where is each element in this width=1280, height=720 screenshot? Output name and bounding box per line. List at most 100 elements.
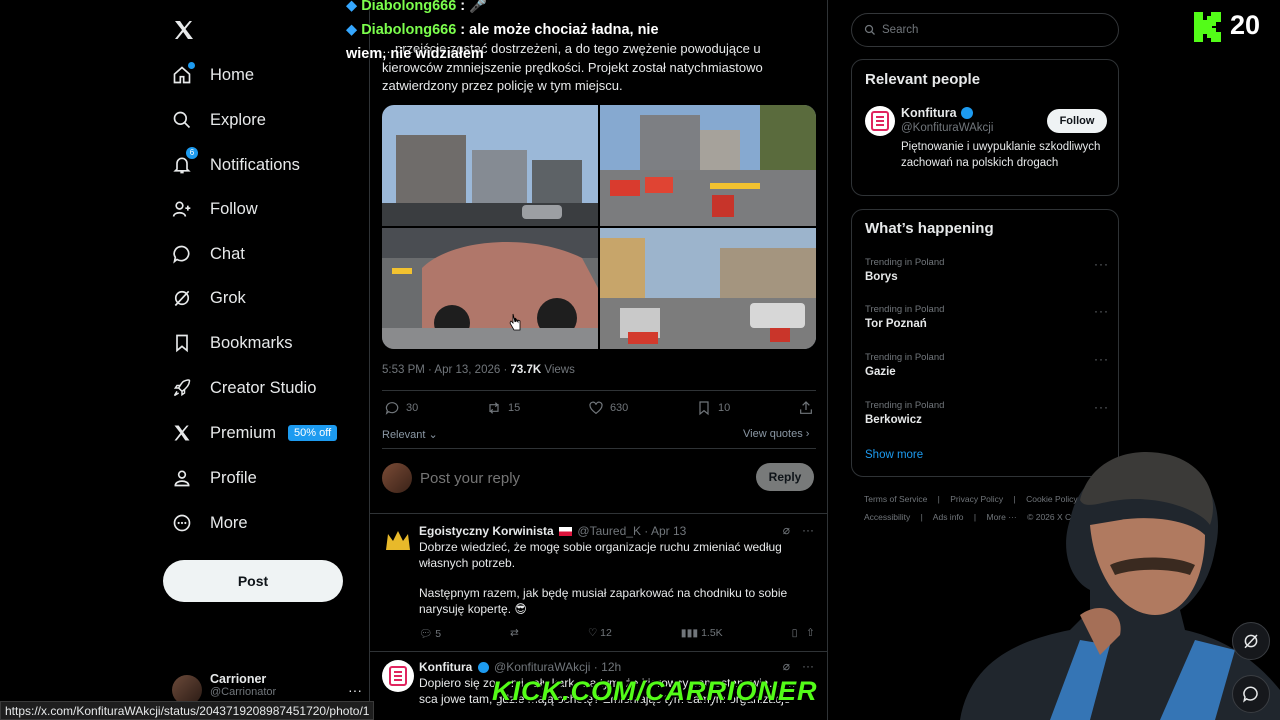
chevron-right-icon: › (802, 428, 810, 440)
reply-author-name[interactable]: Konfitura (419, 660, 472, 674)
nav-item-premium[interactable]: Premium 50% off (170, 415, 338, 451)
chevron-down-icon: ⌄ (425, 429, 438, 441)
reply-tools: ⌀ ··· (783, 523, 814, 537)
nav-item-bookmarks[interactable]: Bookmarks (170, 325, 293, 361)
view-count: 1.5K (701, 627, 723, 639)
avatar (382, 660, 414, 692)
chat-badge-icon: ◆ (346, 22, 362, 38)
trend-item[interactable]: Trending in Poland Borys ··· (865, 257, 1109, 283)
tweet-media-grid (382, 105, 816, 349)
footer-link-ads-info[interactable]: Ads info (933, 512, 964, 522)
person-bio: Piętnowanie i uwypuklanie szkodliwych za… (901, 141, 1101, 169)
post-button[interactable]: Post (163, 560, 343, 602)
nav-item-chat[interactable]: Chat (170, 236, 245, 272)
whats-happening-card: What’s happening Trending in Poland Bory… (851, 209, 1119, 477)
nav-item-follow[interactable]: Follow (170, 191, 258, 227)
trend-item[interactable]: Trending in Poland Berkowicz ··· (865, 400, 1109, 426)
tweet-views-label: Views (541, 364, 575, 376)
bookmark-icon (699, 401, 709, 416)
avatar[interactable] (865, 106, 895, 136)
repost-action[interactable]: ⇄ (510, 627, 519, 640)
more-dots-icon[interactable]: ··· (1094, 257, 1109, 271)
nav-item-grok[interactable]: Grok (170, 280, 246, 316)
grok-icon[interactable]: ⌀ (783, 523, 790, 537)
view-quotes-label: View quotes (743, 428, 803, 440)
nav-item-more[interactable]: More (170, 505, 248, 541)
reply-action[interactable]: 💬︎ 5 (419, 627, 441, 640)
share-action[interactable] (798, 400, 814, 416)
tweet-photo-4[interactable] (600, 228, 816, 349)
more-dots-icon[interactable]: ··· (802, 659, 814, 673)
reply-time[interactable]: Apr 13 (651, 524, 686, 538)
search-bar[interactable] (851, 13, 1119, 47)
reply-input[interactable] (420, 469, 720, 487)
tweet-view-count: 73.7K (510, 364, 542, 376)
tweet-photo-2[interactable] (600, 105, 816, 226)
account-handle: @Carrionator (210, 686, 277, 698)
heart-icon (589, 401, 603, 415)
reply-composer: Reply (382, 462, 816, 494)
like-action[interactable]: ♡ 12 (588, 627, 612, 640)
reply-actions: 💬︎ 5 ⇄ ♡ 12 ▮▮▮ 1.5K ▯ ⇧ (419, 627, 815, 640)
reply-action[interactable]: 30 (384, 400, 418, 416)
chat-username: Diabolong666 (361, 0, 457, 14)
more-dots-icon[interactable]: ··· (1094, 304, 1109, 318)
views-action[interactable]: ▮▮▮ 1.5K (681, 627, 723, 640)
tweet-photo-1[interactable] (382, 105, 598, 226)
nav-item-creator-studio[interactable]: Creator Studio (170, 370, 316, 406)
new-posts-dot (188, 62, 195, 69)
nav-item-profile[interactable]: Profile (170, 460, 257, 496)
like-action[interactable]: 630 (588, 400, 628, 416)
reply-sort-dropdown[interactable]: Relevant ⌄ (382, 428, 438, 441)
nav-item-notifications[interactable]: 6 Notifications (170, 147, 300, 183)
grok-icon (1244, 634, 1258, 649)
footer-link-accessibility[interactable]: Accessibility (864, 512, 910, 522)
reply-body: Dobrze wiedzieć, że mogę sobie organizac… (419, 540, 809, 617)
grok-float-button[interactable] (1232, 622, 1270, 660)
reply-time[interactable]: 12h (601, 660, 621, 674)
messages-float-button[interactable] (1232, 675, 1270, 713)
tweet-timestamp[interactable]: 5:53 PM · Apr 13, 2026 · (382, 364, 511, 376)
nav-label: Bookmarks (210, 333, 293, 352)
view-quotes-link[interactable]: View quotes › (743, 428, 809, 440)
trend-title: Borys (865, 271, 898, 283)
footer-link-terms[interactable]: Terms of Service (864, 494, 927, 504)
reply-author-name[interactable]: Egoistyczny Korwinista (419, 524, 554, 538)
trend-context: Trending in Poland (865, 400, 945, 411)
more-dots-icon[interactable]: ··· (1094, 400, 1109, 414)
show-more-link[interactable]: Show more (865, 449, 923, 461)
nav-item-home[interactable]: Home (170, 57, 254, 93)
share-icon[interactable]: ⇧ (806, 627, 815, 639)
poland-flag-icon (559, 527, 573, 537)
trend-item[interactable]: Trending in Poland Tor Poznań ··· (865, 304, 1109, 330)
follow-button[interactable]: Follow (1047, 109, 1107, 133)
person-name[interactable]: Konfitura (901, 106, 973, 120)
x-logo-icon[interactable] (172, 18, 196, 42)
trend-item[interactable]: Trending in Poland Gazie ··· (865, 352, 1109, 378)
bookmark-icon[interactable]: ▯ (792, 627, 798, 639)
more-dots-icon[interactable]: ··· (348, 682, 362, 698)
chat-text: : ale może chociaż ładna, nie (456, 22, 659, 38)
reply-paragraph: Następnym razem, jak będę musiał zaparko… (419, 586, 788, 616)
search-input[interactable] (882, 24, 1102, 36)
more-dots-icon[interactable]: ··· (1094, 352, 1109, 366)
reply-icon (385, 402, 399, 415)
person-handle: @KonfituraWAkcji (901, 122, 994, 134)
streamer-webcam (960, 452, 1280, 720)
repost-action[interactable]: 15 (486, 400, 520, 416)
like-count: 12 (600, 627, 612, 639)
reply-button[interactable]: Reply (756, 463, 814, 491)
tweet-photo-3[interactable] (382, 228, 598, 349)
nav-item-explore[interactable]: Explore (170, 102, 266, 138)
trend-context: Trending in Poland (865, 257, 945, 268)
trend-context: Trending in Poland (865, 352, 945, 363)
bookmark-share: ▯ ⇧ (792, 627, 815, 640)
bookmark-action[interactable]: 10 (696, 400, 730, 416)
verified-badge-icon (960, 107, 973, 119)
chat-text: : 🎤 (456, 0, 488, 14)
more-dots-icon[interactable]: ··· (802, 523, 814, 537)
premium-discount-badge: 50% off (288, 425, 338, 441)
grok-icon[interactable]: ⌀ (783, 659, 790, 673)
trend-context: Trending in Poland (865, 304, 945, 315)
reply-post[interactable]: Egoistyczny Korwinista @Taured_K · Apr 1… (382, 523, 818, 648)
